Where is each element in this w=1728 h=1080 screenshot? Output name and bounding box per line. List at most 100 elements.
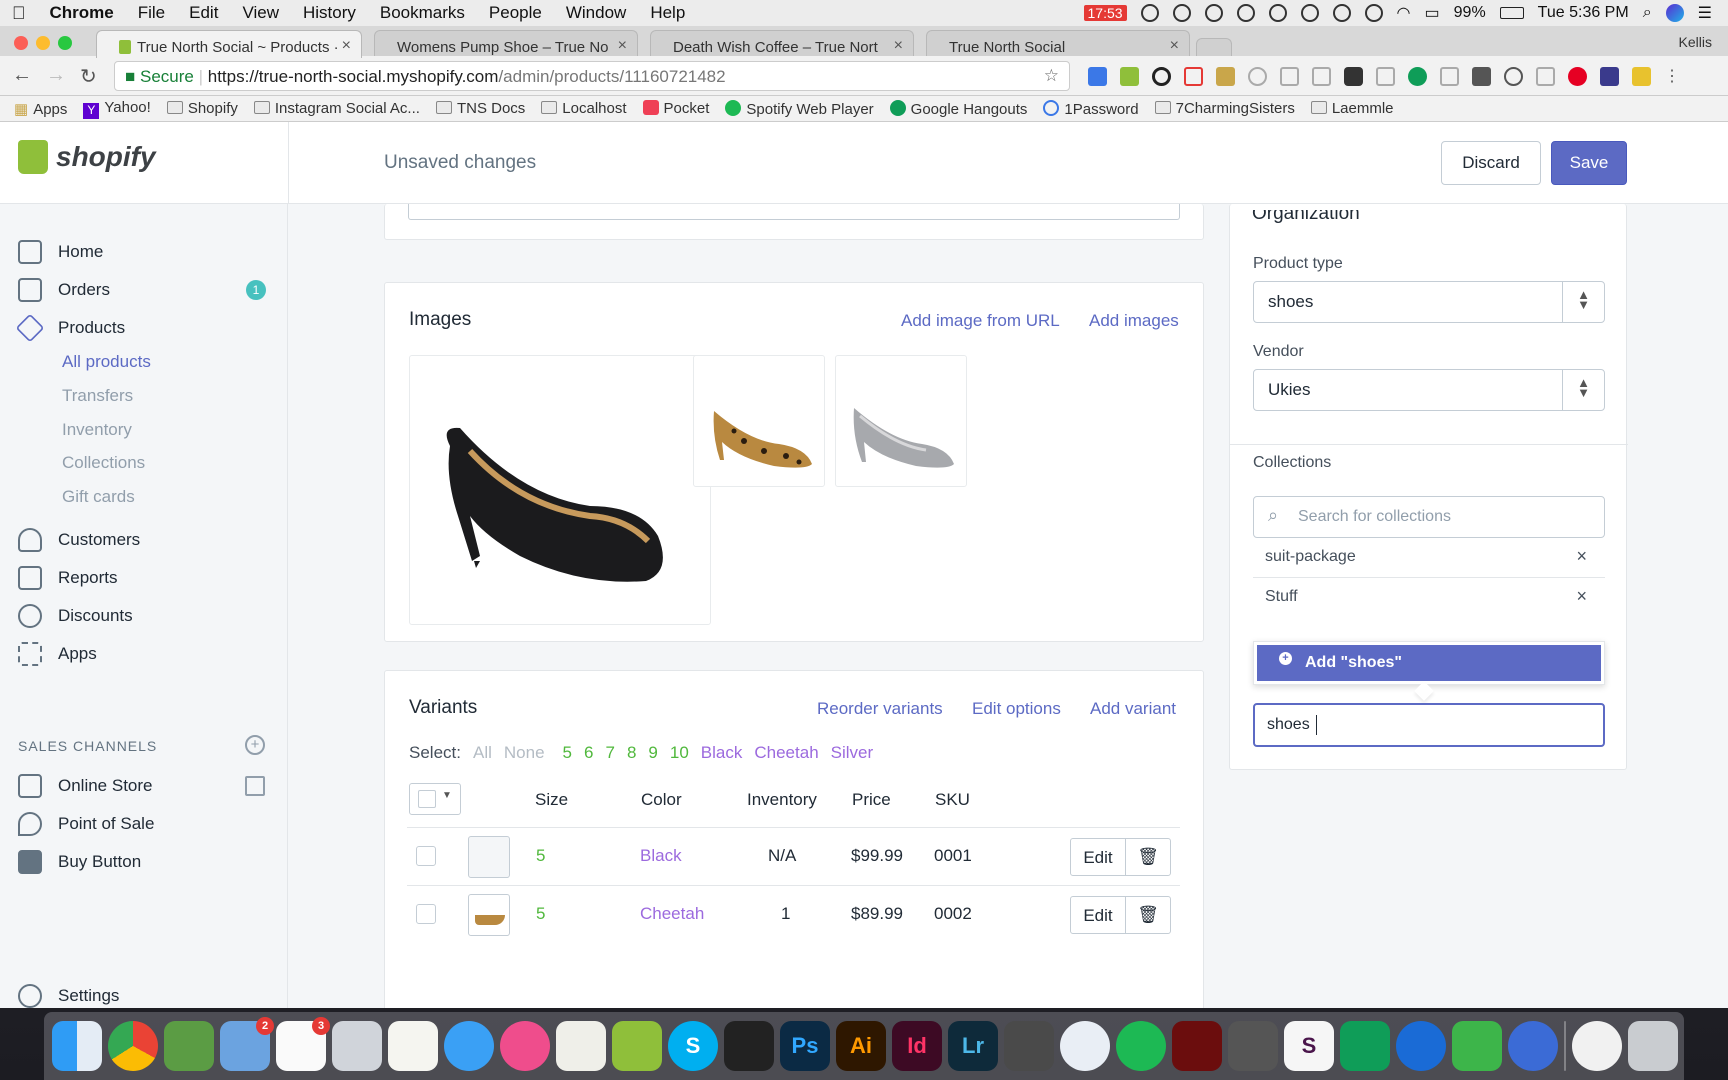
bookmark-localhost[interactable]: Localhost [541,100,627,117]
remove-collection-icon[interactable]: × [1576,546,1587,567]
nav-point-of-sale[interactable]: Point of Sale [18,812,154,836]
row-checkbox[interactable] [416,846,436,866]
select-size-6[interactable]: 6 [584,743,593,763]
menu-help[interactable]: Help [638,3,697,23]
safari-icon[interactable] [1060,1021,1110,1071]
row-checkbox[interactable] [416,904,436,924]
nav-all-products[interactable]: All products [62,352,151,372]
messages-icon[interactable] [444,1021,494,1071]
nav-customers[interactable]: Customers [18,528,140,552]
menu-view[interactable]: View [230,3,291,23]
reload-icon[interactable]: ↻ [80,64,97,89]
hangouts-ext-icon[interactable] [1408,67,1427,86]
bookmark-tns-docs[interactable]: TNS Docs [435,100,525,117]
trash-icon[interactable]: 🗑 [1125,896,1171,934]
time-machine-icon[interactable] [1332,4,1351,22]
edit-options-link[interactable]: Edit options [972,699,1061,719]
menu-bookmarks[interactable]: Bookmarks [368,3,477,23]
menu-people[interactable]: People [477,3,554,23]
bulk-checkbox[interactable] [418,790,436,808]
tab-true-north[interactable]: True North Social × [926,30,1190,58]
image-placeholder-icon[interactable] [468,836,510,878]
add-image-from-url-link[interactable]: Add image from URL [901,311,1060,331]
extension-icon-7[interactable] [1280,67,1299,86]
reorder-variants-link[interactable]: Reorder variants [817,699,943,719]
bluetooth-icon[interactable] [1364,4,1383,22]
trash-icon[interactable]: 🗑 [1125,838,1171,876]
textedit-icon[interactable] [556,1021,606,1071]
clock[interactable]: Tue 5:36 PM [1538,4,1629,22]
siri-icon[interactable] [1665,4,1684,22]
indesign-icon[interactable]: Id [892,1021,942,1071]
menu-app-name[interactable]: Chrome [38,3,126,23]
tab-death-wish[interactable]: Death Wish Coffee – True Nort × [650,30,914,58]
external-link-icon[interactable] [245,776,265,796]
itunes-icon[interactable] [500,1021,550,1071]
bookmark-shopify[interactable]: Shopify [166,100,238,117]
extension-icon-5[interactable] [1216,67,1235,86]
new-tab-button[interactable] [1196,38,1232,58]
tab-close-icon[interactable]: × [894,37,903,55]
add-variant-link[interactable]: Add variant [1090,699,1176,719]
close-window-button[interactable] [14,36,28,50]
add-collection-suggestion[interactable]: + Add "shoes" [1253,641,1605,685]
status-icon-6[interactable] [1300,4,1319,22]
preview-icon[interactable]: 2 [220,1017,274,1071]
row-color[interactable]: Cheetah [640,904,704,924]
menu-history[interactable]: History [291,3,368,23]
product-image-black-pump[interactable] [409,355,711,625]
row-edit-button[interactable]: Edit [1070,896,1126,934]
bookmark-laemmle[interactable]: Laemmle [1310,100,1394,117]
nav-orders[interactable]: Orders [18,278,110,302]
bulk-select-dropdown[interactable]: ▼ [409,783,461,815]
illustrator-icon[interactable]: Ai [836,1021,886,1071]
status-icon-5[interactable] [1268,4,1287,22]
nav-transfers[interactable]: Transfers [62,386,133,406]
extension-icon-18[interactable] [1632,67,1651,86]
notes-icon[interactable] [388,1021,438,1071]
camera-ext-icon[interactable] [1536,67,1555,86]
bookmark-spotify[interactable]: Spotify Web Player [725,99,874,118]
select-color-silver[interactable]: Silver [831,743,874,763]
product-image-silver-pump[interactable] [835,355,967,487]
nav-collections[interactable]: Collections [62,453,145,473]
product-type-select[interactable]: shoes ▲ ▼ [1253,281,1605,323]
description-field-bottom[interactable] [408,204,1180,220]
bookmark-apps[interactable]: ▦ Apps [14,100,67,118]
zoom-window-button[interactable] [58,36,72,50]
discard-button[interactable]: Discard [1441,141,1541,185]
bookmark-instagram[interactable]: Instagram Social Ac... [253,100,420,117]
extension-icon-12[interactable] [1440,67,1459,86]
row-size[interactable]: 5 [536,904,545,924]
extension-icon-8[interactable] [1312,67,1331,86]
save-button[interactable]: Save [1551,141,1627,185]
select-size-9[interactable]: 9 [648,743,657,763]
tab-products[interactable]: True North Social ~ Products · × [96,30,362,58]
extension-icon-1[interactable] [1088,67,1107,86]
bookmark-1password[interactable]: 1Password [1043,99,1139,118]
row-edit-button[interactable]: Edit [1070,838,1126,876]
extension-icon-17[interactable] [1600,67,1619,86]
trash-icon[interactable] [1628,1021,1678,1071]
spotify-icon[interactable] [1116,1021,1166,1071]
bookmark-yahoo[interactable]: Y Yahoo! [83,99,151,119]
1password-icon[interactable] [1396,1021,1446,1071]
calendar-icon[interactable]: 3 [276,1017,330,1071]
back-icon[interactable]: ← [12,64,32,87]
reeder-icon[interactable] [1508,1021,1558,1071]
airplay-icon[interactable]: ▭ [1425,3,1440,23]
finder-icon[interactable] [52,1021,102,1071]
bookmark-pocket[interactable]: Pocket [642,100,709,117]
tab-close-icon[interactable]: × [1170,37,1179,55]
collections-search[interactable]: ⌕ Search for collections [1253,496,1605,538]
acrobat-icon[interactable] [1172,1021,1222,1071]
extension-icon-6[interactable] [1248,67,1267,86]
photoshop-icon[interactable]: Ps [780,1021,830,1071]
notification-center-icon[interactable]: ☰ [1698,3,1712,23]
select-none-link[interactable]: None [504,743,545,763]
select-color-cheetah[interactable]: Cheetah [754,743,818,763]
shopify-logo[interactable]: shopify [18,140,156,174]
pinterest-ext-icon[interactable] [1568,67,1587,86]
status-icon-2[interactable] [1172,4,1191,22]
select-size-8[interactable]: 8 [627,743,636,763]
